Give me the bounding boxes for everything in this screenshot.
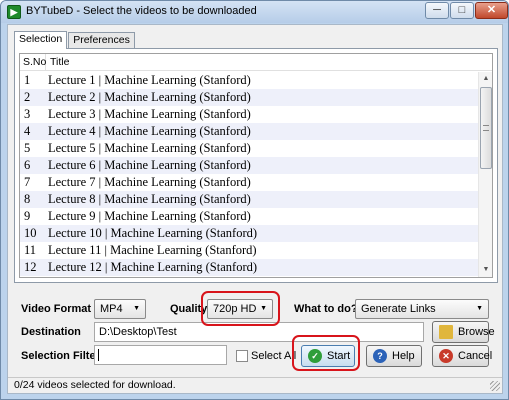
list-item-title: Lecture 6 | Machine Learning (Stanford) — [48, 158, 251, 172]
list-item[interactable]: 1 Lecture 1 | Machine Learning (Stanford) — [20, 72, 478, 89]
column-header-title[interactable]: Title — [46, 54, 69, 70]
select-all-checkbox[interactable] — [236, 350, 248, 362]
start-label: Start — [327, 350, 351, 362]
app-window: ▶ BYTubeD - Select the videos to be down… — [0, 0, 509, 400]
quality-value: 720p HD — [213, 303, 257, 315]
list-item-title: Lecture 12 | Machine Learning (Stanford) — [48, 260, 258, 274]
tab-selection[interactable]: Selection — [14, 31, 68, 49]
list-item[interactable]: 8 Lecture 8 | Machine Learning (Stanford) — [20, 191, 478, 208]
list-item-sno: 5 — [24, 141, 31, 155]
window-title: BYTubeD - Select the videos to be downlo… — [26, 5, 257, 17]
list-item-title: Lecture 8 | Machine Learning (Stanford) — [48, 192, 251, 206]
quality-select[interactable]: 720p HD ▼ — [207, 299, 273, 319]
list-item-sno: 3 — [24, 107, 31, 121]
list-item[interactable]: 12 Lecture 12 | Machine Learning (Stanfor… — [20, 259, 478, 276]
list-item-sno: 9 — [24, 209, 31, 223]
dialog-body: Selection Preferences S.No Title 1 Lectur… — [7, 24, 503, 394]
list-rows: 1 Lecture 1 | Machine Learning (Stanford)… — [20, 72, 478, 276]
chevron-down-icon: ▼ — [133, 305, 140, 312]
title-bar[interactable]: ▶ BYTubeD - Select the videos to be down… — [1, 1, 508, 23]
list-item[interactable]: 7 Lecture 7 | Machine Learning (Stanford) — [20, 174, 478, 191]
list-item-sno: 6 — [24, 158, 31, 172]
list-scrollbar[interactable]: ▲ ▼ — [478, 72, 492, 277]
status-text: 0/24 videos selected for download. — [14, 379, 176, 391]
list-item-title: Lecture 9 | Machine Learning (Stanford) — [48, 209, 251, 223]
selection-filter-label: Selection Filter — [21, 350, 100, 362]
what-to-do-label: What to do? — [294, 303, 358, 315]
help-label: Help — [392, 350, 415, 362]
list-item-title: Lecture 1 | Machine Learning (Stanford) — [48, 73, 251, 87]
chevron-down-icon: ▼ — [260, 305, 267, 312]
list-item[interactable]: 11 Lecture 11 | Machine Learning (Stanfor… — [20, 242, 478, 259]
list-item[interactable]: 4 Lecture 4 | Machine Learning (Stanford) — [20, 123, 478, 140]
resize-grip-icon[interactable] — [490, 381, 500, 391]
question-icon: ? — [373, 349, 387, 363]
video-list[interactable]: S.No Title 1 Lecture 1 | Machine Learning… — [19, 53, 493, 278]
video-format-select[interactable]: MP4 ▼ — [94, 299, 146, 319]
list-item-sno: 4 — [24, 124, 31, 138]
list-item[interactable]: 10 Lecture 10 | Machine Learning (Stanfor… — [20, 225, 478, 242]
list-item-sno: 2 — [24, 90, 31, 104]
list-item-sno: 7 — [24, 175, 31, 189]
check-icon: ✓ — [308, 349, 322, 363]
list-item[interactable]: 5 Lecture 5 | Machine Learning (Stanford) — [20, 140, 478, 157]
what-to-do-select[interactable]: Generate Links ▼ — [355, 299, 489, 319]
list-item-sno: 12 — [24, 260, 37, 274]
scroll-thumb[interactable] — [480, 87, 492, 169]
list-header: S.No Title — [20, 54, 492, 71]
list-item-sno: 1 — [24, 73, 31, 87]
selection-filter-input[interactable] — [94, 345, 227, 365]
list-item-sno: 11 — [24, 243, 37, 257]
list-item-title: Lecture 2 | Machine Learning (Stanford) — [48, 90, 251, 104]
cancel-button[interactable]: ✕ Cancel — [432, 345, 493, 367]
video-format-value: MP4 — [100, 303, 123, 315]
list-item-title: Lecture 5 | Machine Learning (Stanford) — [48, 141, 251, 155]
quality-label: Quality — [170, 303, 208, 315]
app-icon: ▶ — [7, 5, 21, 19]
what-to-do-value: Generate Links — [361, 303, 436, 315]
list-item-title: Lecture 4 | Machine Learning (Stanford) — [48, 124, 251, 138]
list-item-sno: 8 — [24, 192, 31, 206]
list-item-title: Lecture 11 | Machine Learning (Stanford) — [48, 243, 257, 257]
list-item[interactable]: 2 Lecture 2 | Machine Learning (Stanford) — [20, 89, 478, 106]
start-button[interactable]: ✓ Start — [301, 345, 355, 367]
select-all-label[interactable]: Select All — [251, 350, 296, 362]
help-button[interactable]: ? Help — [366, 345, 422, 367]
folder-icon — [439, 325, 453, 339]
list-item[interactable]: 3 Lecture 3 | Machine Learning (Stanford) — [20, 106, 478, 123]
browse-label: Browse — [458, 326, 495, 338]
minimize-button[interactable]: ─ — [425, 2, 449, 19]
cancel-label: Cancel — [458, 350, 493, 362]
status-bar: 0/24 videos selected for download. — [8, 377, 502, 393]
browse-button[interactable]: Browse — [432, 321, 495, 343]
close-button[interactable]: ✕ — [475, 2, 508, 19]
selection-panel: S.No Title 1 Lecture 1 | Machine Learning… — [14, 48, 498, 283]
column-header-sno[interactable]: S.No — [20, 54, 46, 70]
scroll-up-icon[interactable]: ▲ — [479, 72, 492, 86]
cancel-icon: ✕ — [439, 349, 453, 363]
list-item-sno: 10 — [24, 226, 37, 240]
list-item[interactable]: 9 Lecture 9 | Machine Learning (Stanford) — [20, 208, 478, 225]
video-format-label: Video Format — [21, 303, 92, 315]
maximize-button[interactable]: □ — [450, 2, 474, 19]
list-item-title: Lecture 10 | Machine Learning (Stanford) — [48, 226, 258, 240]
list-item-title: Lecture 7 | Machine Learning (Stanford) — [48, 175, 251, 189]
tab-preferences[interactable]: Preferences — [68, 32, 135, 49]
list-item-title: Lecture 3 | Machine Learning (Stanford) — [48, 107, 251, 121]
destination-input[interactable]: D:\Desktop\Test — [94, 322, 424, 342]
chevron-down-icon: ▼ — [476, 305, 483, 312]
destination-label: Destination — [21, 326, 81, 338]
list-item[interactable]: 6 Lecture 6 | Machine Learning (Stanford) — [20, 157, 478, 174]
tab-bar: Selection Preferences — [14, 31, 136, 49]
scroll-down-icon[interactable]: ▼ — [479, 263, 492, 277]
